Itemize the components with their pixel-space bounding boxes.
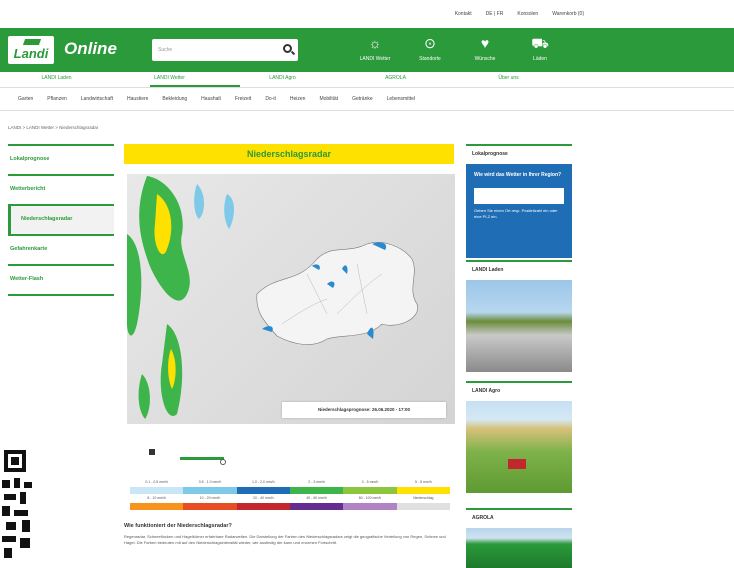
top-utility-bar: Kontakt DE | FR Konsolen Warenkorb (0)	[0, 0, 734, 28]
legend-label: 1.0 - 2.0 mm/h	[252, 480, 275, 484]
pause-icon[interactable]	[149, 449, 155, 455]
qr-code-icon	[0, 442, 34, 563]
card-landi-agro[interactable]: LANDI Agro	[466, 381, 572, 493]
header-weather-button[interactable]: ☼ LANDI Wetter	[350, 34, 400, 62]
lokalprognose-widget: Lokalprognose Wie wird das Wetter in Ihr…	[466, 144, 572, 258]
lokal-hint: Geben Sie einen Ort resp. Postleitzahl e…	[474, 208, 558, 219]
header-cart-button[interactable]: ⛟ Läden	[515, 34, 565, 62]
legend-label: 40 - 60 mm/h	[306, 496, 327, 500]
sidebar-divider	[8, 294, 114, 296]
header-wish-button[interactable]: ♥ Wünsche	[460, 34, 510, 62]
widget-title: Lokalprognose	[472, 151, 508, 157]
store-photo	[466, 280, 572, 372]
tractor-photo	[466, 401, 572, 493]
header-location-button[interactable]: ⊙ Standorte	[405, 34, 455, 62]
search-input[interactable]: Suche	[152, 39, 298, 61]
category-item[interactable]: Haushalt	[201, 96, 221, 102]
sidebar-item-niederschlagsradar[interactable]: Niederschlagsradar	[8, 204, 114, 234]
category-item[interactable]: Heizen	[290, 96, 306, 102]
category-item[interactable]: Mobilität	[319, 96, 338, 102]
category-item[interactable]: Getränke	[352, 96, 373, 102]
brand-title: Online	[64, 39, 117, 58]
card-title: LANDI Agro	[472, 388, 501, 394]
weather-icon: ☼	[368, 35, 382, 51]
category-item[interactable]: Haustiere	[127, 96, 148, 102]
radar-map[interactable]: Niederschlagsprognose: 26.06.2020 - 17:0…	[127, 174, 455, 424]
legend-label: 8 - 10 mm/h	[147, 496, 166, 500]
category-item[interactable]: Freizeit	[235, 96, 251, 102]
category-item[interactable]: Lebensmittel	[387, 96, 415, 102]
legend-label: 0.5 - 1.0 mm/h	[198, 480, 222, 484]
timeline-slider[interactable]	[127, 440, 447, 474]
category-item[interactable]: Do-it	[265, 96, 276, 102]
card-agrola[interactable]: AGROLA	[466, 508, 572, 568]
lokal-search-box: Wie wird das Wetter in Ihrer Region? Geb…	[466, 164, 572, 258]
subnav-item[interactable]: LANDI Laden	[0, 72, 113, 86]
landi-logo[interactable]: Landi	[8, 36, 54, 64]
legend-colors-row1	[130, 487, 450, 494]
legend-label: 20 - 40 mm/h	[253, 496, 274, 500]
page-title: Niederschlagsradar	[124, 144, 454, 164]
info-heading: Wie funktioniert der Niederschlagsradar?	[124, 523, 232, 529]
language-switch[interactable]: DE | FR	[486, 11, 504, 17]
truck-photo	[466, 528, 572, 568]
sidebar-item-wetterbericht[interactable]: Wetterbericht	[8, 174, 114, 204]
legend-label: 5 - 8 mm/h	[414, 480, 432, 484]
legend-label: 2 - 3 mm/h	[308, 480, 326, 484]
card-landi-laden[interactable]: LANDI Laden	[466, 260, 572, 372]
location-input[interactable]	[474, 188, 564, 204]
sidebar-menu: Lokalprognose Wetterbericht Niederschlag…	[8, 144, 114, 296]
card-title: AGROLA	[472, 515, 494, 521]
category-item[interactable]: Garten	[18, 96, 33, 102]
legend-label: Niederschlag	[413, 496, 434, 500]
subnav-item[interactable]: AGROLA	[339, 72, 452, 86]
category-item[interactable]: Bekleidung	[162, 96, 187, 102]
category-item[interactable]: Landwirtschaft	[81, 96, 113, 102]
legend-label: 60 - 100 mm/h	[358, 496, 382, 500]
timeline-handle[interactable]	[220, 459, 226, 465]
subnav-item[interactable]: LANDI Agro	[226, 72, 339, 86]
search-icon[interactable]	[283, 44, 292, 53]
sidebar-item-wetter-flash[interactable]: Wetter-Flash	[8, 264, 114, 294]
category-navigation: Garten Pflanzen Landwirtschaft Haustiere…	[0, 87, 734, 111]
radar-map-graphic	[127, 176, 418, 419]
tractor-icon	[508, 459, 526, 469]
forecast-caption: Niederschlagsprognose: 26.06.2020 - 17:0…	[282, 402, 446, 418]
timeline-progress	[180, 457, 224, 460]
legend-label: 0.1 - 0.5 mm/h	[145, 480, 168, 484]
subnav-item[interactable]: Über uns	[452, 72, 565, 86]
sidebar-item-gefahrenkarte[interactable]: Gefahrenkarte	[8, 234, 114, 264]
sidebar-item-lokalprognose[interactable]: Lokalprognose	[8, 144, 114, 174]
card-title: LANDI Laden	[472, 267, 504, 273]
cart-icon: ⛟	[531, 35, 549, 51]
legend-label: 3 - 5 mm/h	[361, 480, 379, 484]
info-text: Regenradar, Schneeflocken und Hagelkörne…	[124, 534, 446, 545]
subnav-item[interactable]: LANDI Wetter	[113, 72, 226, 86]
location-icon: ⊙	[424, 35, 436, 51]
breadcrumb[interactable]: LANDI > LANDI Wetter > Niederschlagsrada…	[8, 125, 98, 130]
precipitation-legend: 0.1 - 0.5 mm/h 0.5 - 1.0 mm/h 1.0 - 2.0 …	[130, 478, 450, 510]
cart-link[interactable]: Warenkorb (0)	[552, 11, 584, 17]
category-item[interactable]: Pflanzen	[47, 96, 66, 102]
main-header: Landi Online Suche ☼ LANDI Wetter ⊙ Stando…	[0, 28, 734, 72]
wish-icon: ♥	[480, 35, 490, 51]
legend-colors-row2	[130, 503, 450, 510]
legend-label: 10 - 20 mm/h	[199, 496, 221, 500]
contact-link[interactable]: Kontakt	[455, 11, 472, 17]
sub-navigation: LANDI Laden LANDI Wetter LANDI Agro AGRO…	[0, 72, 734, 86]
lokal-question: Wie wird das Wetter in Ihrer Region?	[474, 172, 562, 178]
console-link[interactable]: Konsolen	[517, 11, 538, 17]
